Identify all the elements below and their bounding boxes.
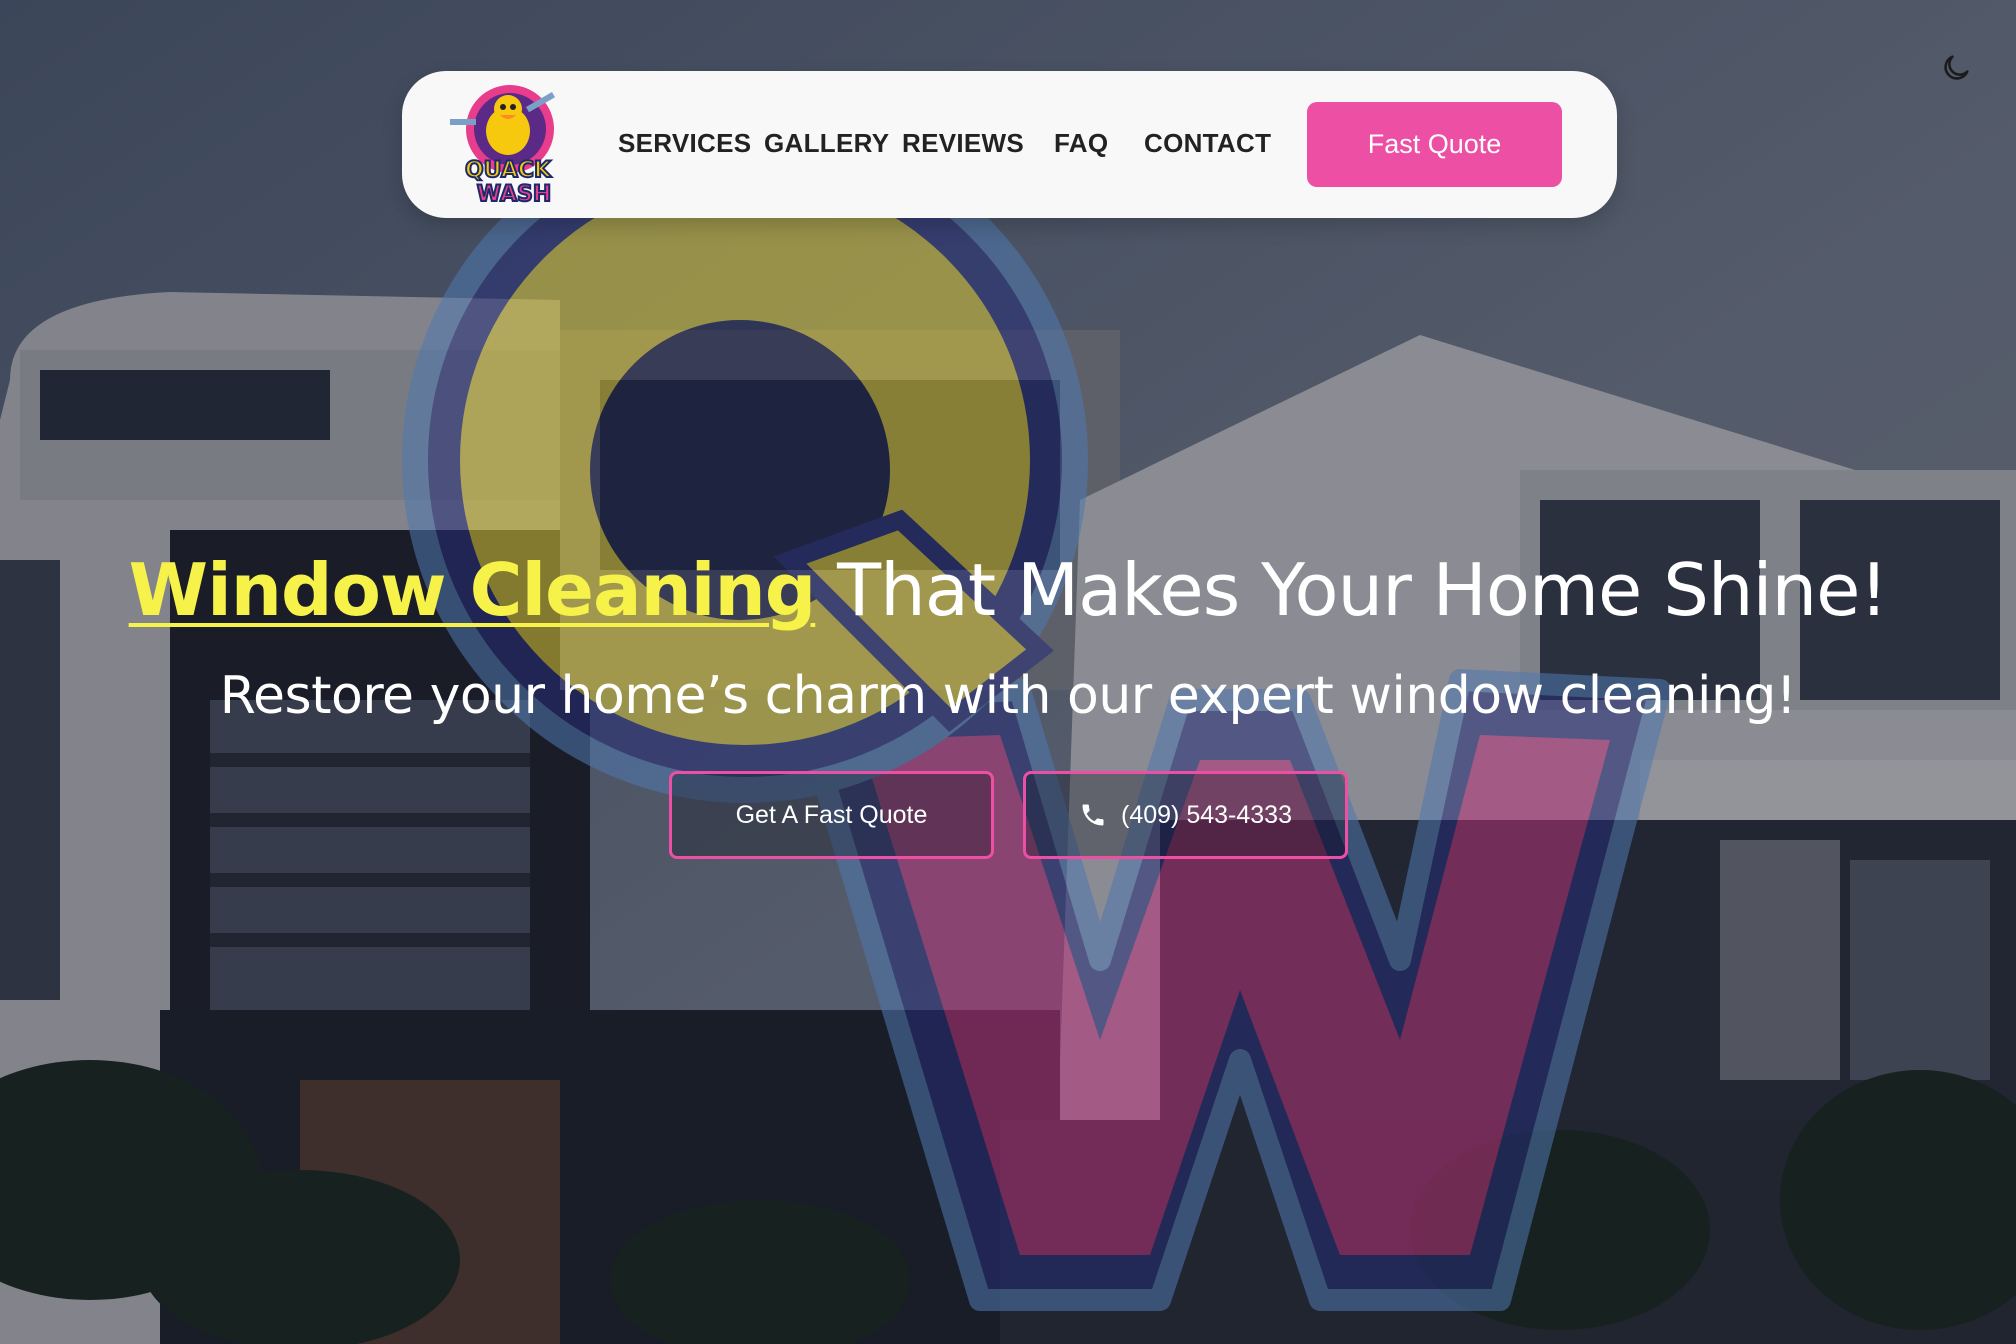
nav-faq[interactable]: FAQ <box>1054 125 1108 161</box>
navbar: QUACK WASH SERVICES GALLERY REVIEWS FAQ … <box>402 71 1617 218</box>
nav-reviews[interactable]: REVIEWS <box>902 125 1024 161</box>
hero-subtitle: Restore your home’s charm with our exper… <box>219 666 1797 726</box>
svg-text:QUACK: QUACK <box>465 158 552 183</box>
get-fast-quote-button[interactable]: Get A Fast Quote <box>669 771 994 859</box>
nav-gallery[interactable]: GALLERY <box>764 125 889 161</box>
phone-number: (409) 543-4333 <box>1121 800 1292 829</box>
fast-quote-button[interactable]: Fast Quote <box>1307 102 1562 187</box>
hero-title-rest: That Makes Your Home Shine! <box>815 548 1888 632</box>
quack-wash-logo[interactable]: QUACK WASH <box>442 79 572 209</box>
svg-text:WASH: WASH <box>477 182 552 207</box>
nav-contact[interactable]: CONTACT <box>1144 125 1271 161</box>
moon-icon <box>1944 55 1969 80</box>
duck-mascot-icon: QUACK WASH <box>450 85 555 208</box>
phone-call-button[interactable]: (409) 543-4333 <box>1023 771 1348 859</box>
hero-title: Window Cleaning That Makes Your Home Shi… <box>0 540 2016 640</box>
get-fast-quote-label: Get A Fast Quote <box>735 800 928 829</box>
hero-title-highlight: Window Cleaning <box>128 548 817 632</box>
dark-mode-toggle[interactable] <box>1930 42 1982 94</box>
phone-icon <box>1082 804 1104 826</box>
nav-services[interactable]: SERVICES <box>618 125 751 161</box>
